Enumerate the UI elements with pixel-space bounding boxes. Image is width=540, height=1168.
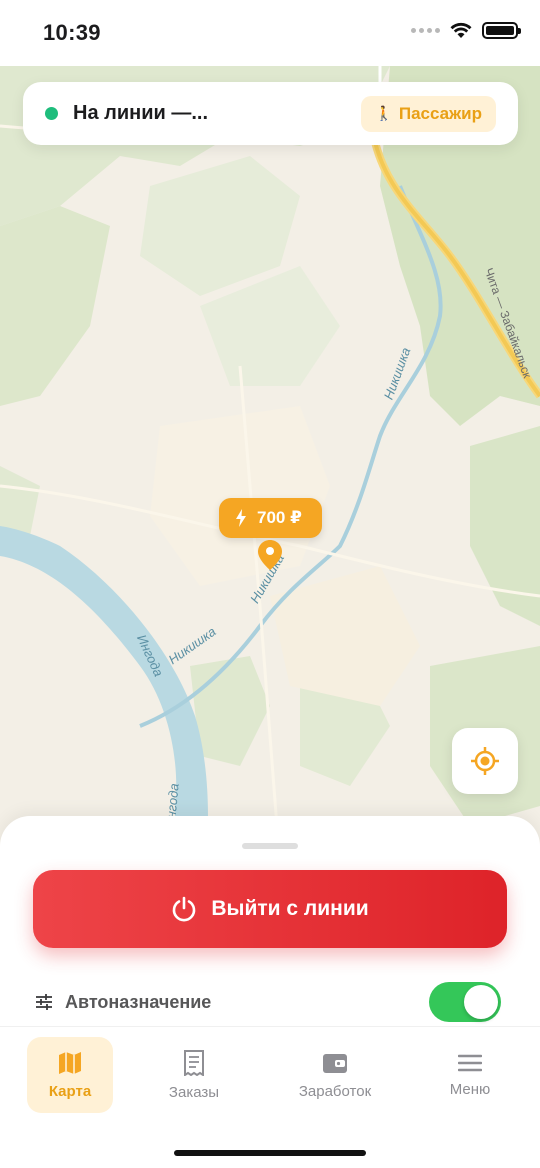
tab-label: Заказы <box>168 1083 220 1101</box>
passenger-mode-chip[interactable]: 🚶 Пассажир <box>361 95 496 132</box>
battery-icon <box>482 22 521 39</box>
receipt-icon <box>184 1049 204 1076</box>
wifi-icon <box>450 22 472 38</box>
go-offline-label: Выйти с линии <box>211 897 369 920</box>
sliders-icon <box>36 994 52 1010</box>
crosshair-icon <box>471 747 499 775</box>
tab-bar: Карта Заказы Заработок Меню <box>0 1026 540 1168</box>
location-pin-icon[interactable] <box>258 540 282 570</box>
power-icon <box>173 896 196 922</box>
tab-map[interactable]: Карта <box>27 1037 113 1113</box>
lightning-icon <box>236 509 246 527</box>
status-time: 10:39 <box>43 20 101 45</box>
auto-assign-row: Автоназначение <box>35 982 501 1022</box>
order-price: 700 ₽ <box>257 508 302 527</box>
tab-menu[interactable]: Меню <box>427 1037 513 1113</box>
tab-label: Заработок <box>298 1082 372 1100</box>
line-status-card[interactable]: На линии —... 🚶 Пассажир <box>23 82 518 145</box>
auto-assign-label: Автоназначение <box>65 991 212 1012</box>
map-icon <box>59 1051 81 1074</box>
auto-assign-toggle[interactable] <box>429 982 501 1022</box>
my-location-button[interactable] <box>452 728 518 794</box>
sheet-drag-handle[interactable] <box>242 843 298 849</box>
go-offline-button[interactable]: Выйти с линии <box>33 870 507 948</box>
toggle-knob <box>464 985 498 1019</box>
status-bar: 10:39 <box>0 0 540 66</box>
tab-earnings[interactable]: Заработок <box>292 1037 378 1113</box>
home-indicator <box>174 1150 366 1156</box>
cellular-signal-icon <box>411 28 440 33</box>
menu-icon <box>458 1054 482 1071</box>
tab-label: Карта <box>48 1082 92 1100</box>
status-icons <box>411 22 521 39</box>
wallet-icon <box>323 1053 347 1073</box>
tab-orders[interactable]: Заказы <box>151 1037 237 1113</box>
tab-label: Меню <box>449 1080 491 1098</box>
line-status-text: На линии —... <box>73 102 209 124</box>
order-price-marker[interactable]: 700 ₽ <box>219 498 322 538</box>
passenger-label: Пассажир <box>398 103 482 123</box>
walking-person-icon: 🚶 <box>375 105 393 121</box>
online-indicator <box>45 107 58 120</box>
